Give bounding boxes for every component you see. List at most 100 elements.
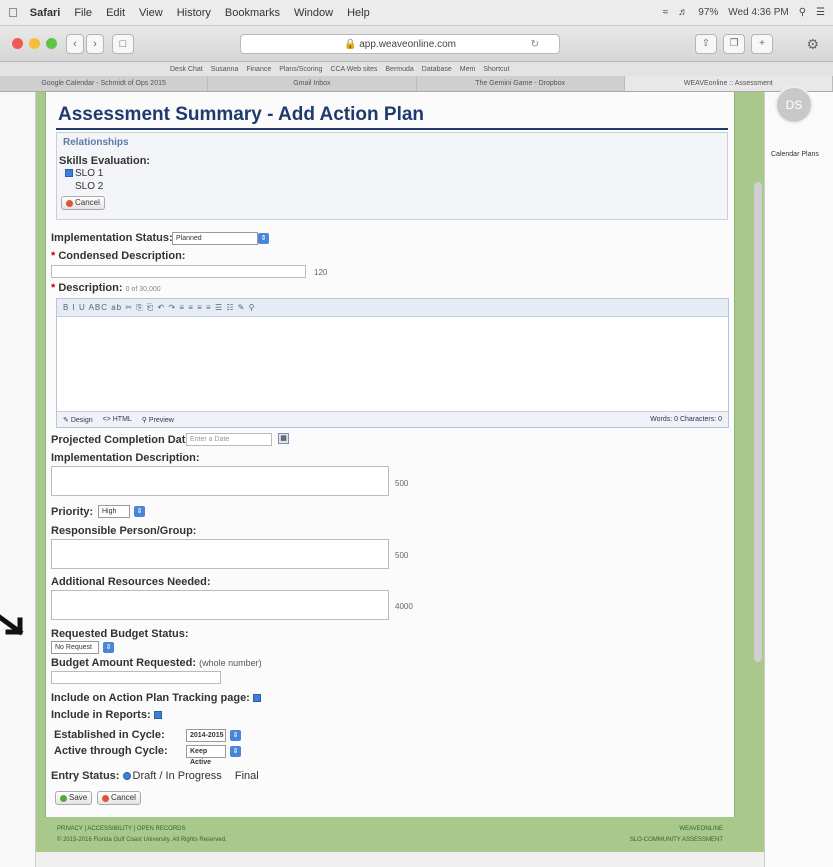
chevron-down-icon[interactable]: ⇕	[230, 730, 241, 741]
chevron-down-icon[interactable]: ⇕	[103, 642, 114, 653]
address-bar[interactable]: 🔒 app.weaveonline.com ↻	[240, 34, 560, 54]
clock[interactable]: Wed 4:36 PM	[728, 7, 788, 18]
additional-resources-textarea[interactable]	[51, 590, 389, 620]
new-tab-icon[interactable]: +	[751, 34, 773, 54]
draft-radio[interactable]	[122, 772, 131, 781]
menu-bookmarks[interactable]: Bookmarks	[225, 7, 280, 19]
scrollbar[interactable]	[754, 182, 762, 662]
tab-gmail[interactable]: Gmail Inbox	[208, 76, 417, 91]
priority-select[interactable]: High	[98, 505, 130, 518]
minimize-window-icon[interactable]	[29, 38, 40, 49]
slo1-checkbox[interactable]	[65, 169, 73, 178]
save-label: Save	[69, 793, 88, 802]
tabs-overview-icon[interactable]: ❐	[723, 34, 745, 54]
condensed-description-input[interactable]	[51, 265, 306, 278]
final-radio[interactable]	[225, 772, 233, 780]
implementation-status-label: Implementation Status:	[51, 232, 173, 244]
menu-file[interactable]: File	[74, 7, 92, 19]
menu-history[interactable]: History	[177, 7, 211, 19]
preview-tab[interactable]: ⚲ Preview	[142, 416, 174, 424]
close-window-icon[interactable]	[12, 38, 23, 49]
apple-icon[interactable]: 	[8, 5, 18, 20]
footer-tagline: SLO-COMMUNITY ASSESSMENT	[629, 837, 723, 843]
form-panel: Assessment Summary - Add Action Plan Rel…	[45, 92, 735, 817]
editor-word-count: Words: 0 Characters: 0	[650, 416, 722, 423]
responsible-person-textarea[interactable]	[51, 539, 389, 569]
left-window-edge	[0, 92, 36, 867]
additional-resources-label: Additional Resources Needed:	[51, 576, 211, 588]
entry-draft-option[interactable]: Draft / In Progress	[122, 770, 222, 782]
chevron-down-icon[interactable]: ⇕	[134, 506, 145, 517]
bookmark-item[interactable]: Finance	[246, 66, 271, 73]
bookmark-item[interactable]: Mem	[460, 66, 476, 73]
budget-status-label: Requested Budget Status:	[51, 628, 189, 640]
slo1-option[interactable]: SLO 1	[65, 168, 103, 179]
zoom-window-icon[interactable]	[46, 38, 57, 49]
chevron-down-icon[interactable]: ⇕	[230, 746, 241, 757]
tracking-checkbox[interactable]	[252, 694, 261, 703]
slo2-option[interactable]: SLO 2	[65, 181, 103, 192]
footer-copyright: © 2015-2016 Florida Gulf Coast Universit…	[57, 837, 227, 843]
wifi-icon[interactable]: ≈	[663, 7, 669, 18]
implementation-status-select[interactable]: Planned	[172, 232, 258, 245]
entry-final-option[interactable]: Final	[225, 770, 259, 782]
sidebar-toggle-icon[interactable]: □	[112, 34, 134, 54]
menu-view[interactable]: View	[139, 7, 163, 19]
active-cycle-select[interactable]: Keep Active	[186, 745, 226, 766]
budget-amount-input[interactable]	[51, 671, 221, 684]
slo2-checkbox[interactable]	[65, 182, 73, 190]
menubar-status: ≈ ♬ 97% Wed 4:36 PM ⚲ ☰	[663, 7, 825, 18]
description-label: Description:	[58, 282, 123, 294]
projected-date-input[interactable]: Enter a Date	[186, 433, 272, 446]
cancel-button[interactable]: Cancel	[97, 791, 141, 805]
chevron-down-icon[interactable]: ⇕	[258, 233, 269, 244]
macos-menubar:  Safari File Edit View History Bookmark…	[0, 0, 833, 26]
list-icon[interactable]: ☰	[816, 7, 825, 18]
gear-icon[interactable]: ⚙	[806, 36, 819, 53]
search-icon[interactable]: ⚲	[799, 7, 806, 18]
bookmark-item[interactable]: Plans/Scoring	[279, 66, 322, 73]
url-text: app.weaveonline.com	[359, 39, 456, 50]
established-cycle-select[interactable]: 2014-2015	[186, 729, 226, 742]
bookmark-item[interactable]: Desk Chat	[170, 66, 203, 73]
footer-links[interactable]: PRIVACY | ACCESSIBILITY | OPEN RECORDS	[57, 826, 186, 832]
bookmark-item[interactable]: CCA Web sites	[330, 66, 377, 73]
back-button[interactable]: ‹	[66, 34, 84, 54]
relationships-cancel-button[interactable]: Cancel	[61, 196, 105, 210]
volume-icon[interactable]: ♬	[678, 7, 688, 18]
forward-button[interactable]: ›	[86, 34, 104, 54]
skills-evaluation-label: Skills Evaluation:	[59, 155, 151, 167]
menu-edit[interactable]: Edit	[106, 7, 125, 19]
html-tab[interactable]: <> HTML	[103, 416, 132, 423]
budget-status-select[interactable]: No Request	[51, 641, 99, 654]
bookmark-item[interactable]: Database	[422, 66, 452, 73]
reports-checkbox[interactable]	[153, 711, 162, 720]
menu-app[interactable]: Safari	[30, 7, 61, 19]
background-window-text: Calendar Plans	[771, 151, 819, 158]
browser-toolbar: ‹ › □ 🔒 app.weaveonline.com ↻ ⇧ ❐ + ⚙	[0, 26, 833, 62]
priority-label: Priority:	[51, 506, 94, 518]
description-char-hint: 0 of 30,000	[125, 286, 161, 293]
rich-text-editor[interactable]: B I U ABC ab ✂ ⎘ ⎗ ↶ ↷ ≡ ≡ ≡ ≡ ☰ ☷ ✎ ⚲ ✎…	[56, 298, 729, 428]
cancel-button-label: Cancel	[111, 793, 136, 802]
menu-help[interactable]: Help	[347, 7, 370, 19]
relationships-section: Relationships Skills Evaluation: SLO 1 S…	[56, 132, 728, 220]
avatar[interactable]: DS	[775, 86, 813, 124]
bookmark-item[interactable]: Shortcut	[483, 66, 509, 73]
reload-icon[interactable]: ↻	[531, 35, 539, 54]
share-icon[interactable]: ⇧	[695, 34, 717, 54]
calendar-icon[interactable]: ▦	[278, 433, 289, 444]
bookmark-item[interactable]: Susanna	[211, 66, 239, 73]
save-button[interactable]: Save	[55, 791, 93, 805]
tab-dropbox[interactable]: The Gemini Game - Dropbox	[417, 76, 625, 91]
battery-label[interactable]: 97%	[698, 7, 718, 18]
entry-status-label: Entry Status:	[51, 770, 120, 782]
menu-window[interactable]: Window	[294, 7, 333, 19]
editor-toolbar[interactable]: B I U ABC ab ✂ ⎘ ⎗ ↶ ↷ ≡ ≡ ≡ ≡ ☰ ☷ ✎ ⚲	[57, 299, 728, 317]
tab-calendar[interactable]: Google Calendar - Schmidt of Ops 2015	[0, 76, 209, 91]
footer-brand[interactable]: WEAVEONLINE	[679, 826, 723, 832]
slo1-label: SLO 1	[75, 168, 104, 179]
bookmark-item[interactable]: Bermuda	[385, 66, 413, 73]
design-tab[interactable]: ✎ Design	[63, 416, 93, 424]
implementation-description-textarea[interactable]	[51, 466, 389, 496]
